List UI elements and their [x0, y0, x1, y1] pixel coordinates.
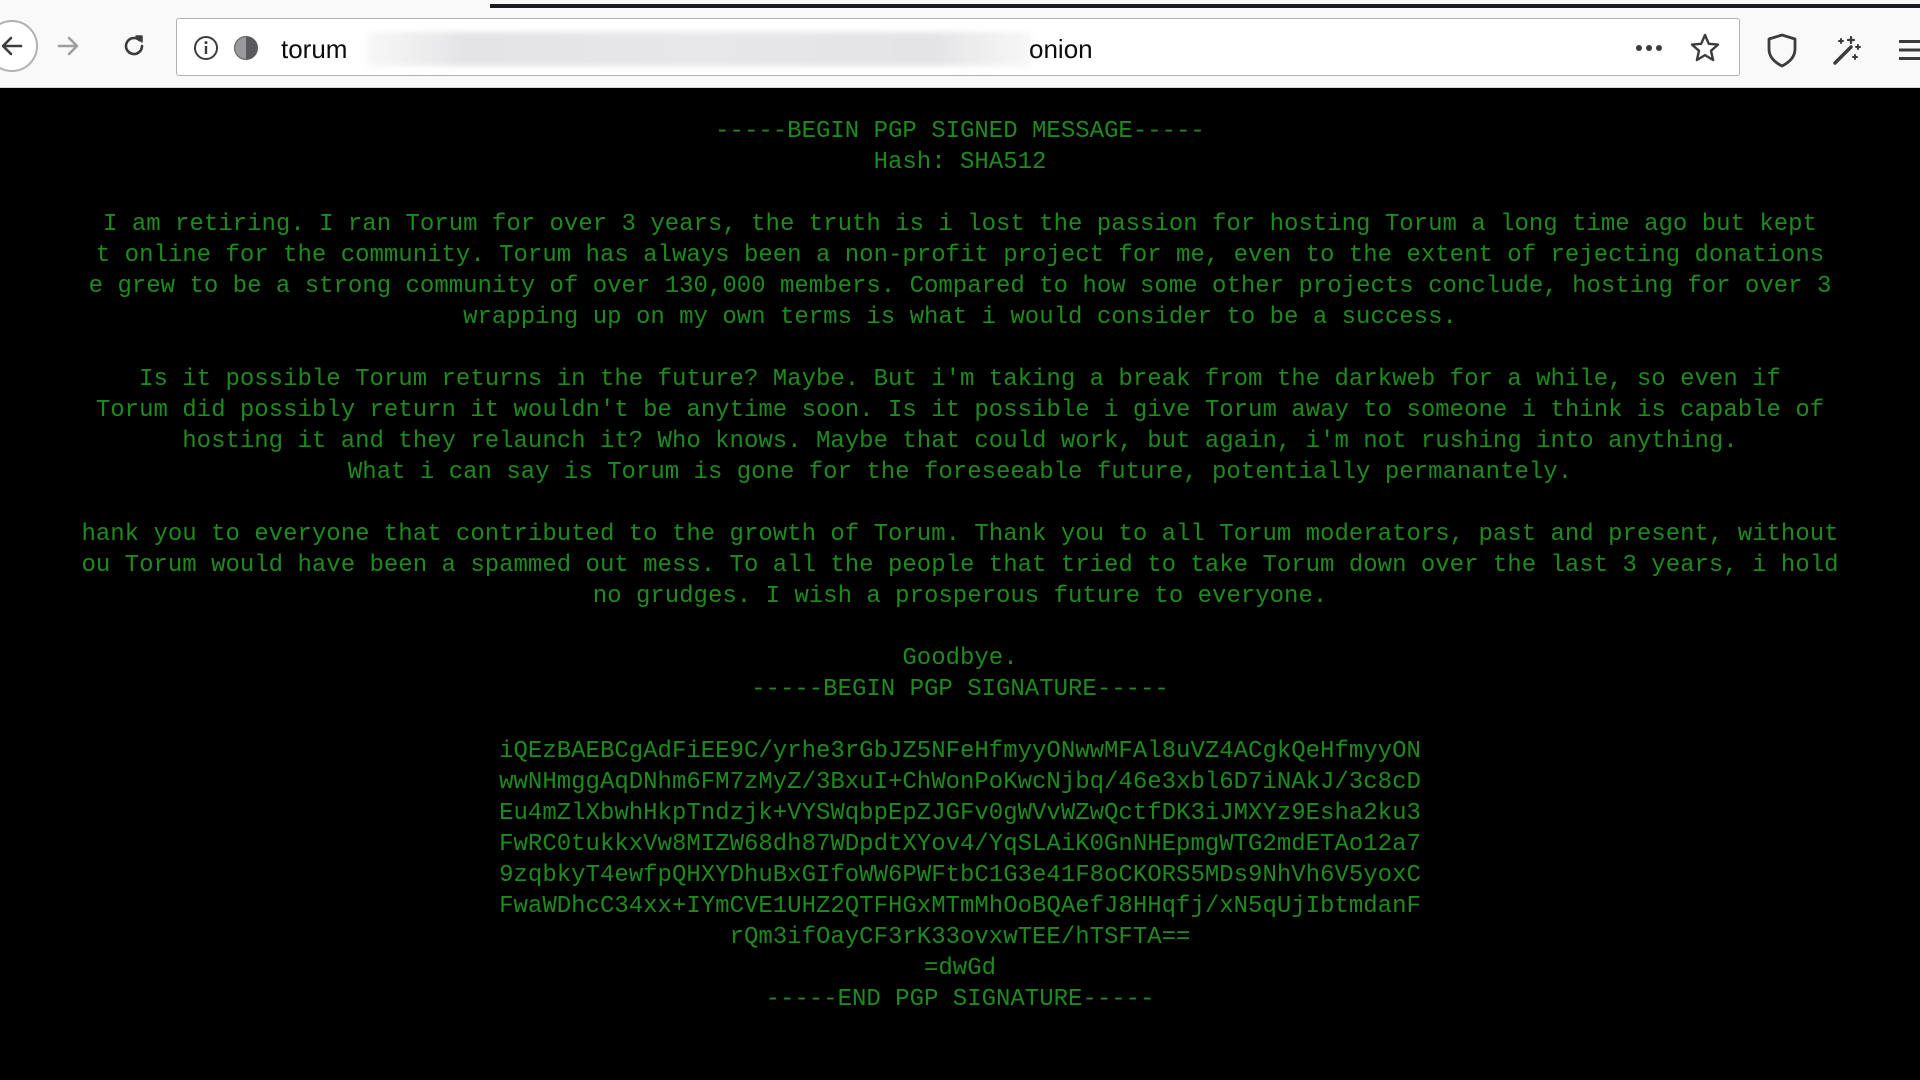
page-content: -----BEGIN PGP SIGNED MESSAGE----- Hash:…: [0, 88, 1920, 1080]
url-bar[interactable]: torum onion: [176, 18, 1740, 76]
paragraph3-line-2: ou Torum would have been a spammed out m…: [81, 552, 1839, 579]
paragraph1-line-2: t online for the community. Torum has al…: [95, 242, 1825, 269]
shield-button[interactable]: [1762, 30, 1802, 70]
signature-line-6: FwaWDhcC34xx+IYmCVE1UHZ2QTFHGxMTmMhOoBQA…: [499, 893, 1421, 920]
signature-line-1: iQEzBAEBCgAdFiEE9C/yrhe3rGbJZ5NFeHfmyyON…: [499, 738, 1421, 765]
page-actions-button[interactable]: [1633, 32, 1665, 64]
pgp-hash-line: Hash: SHA512: [873, 149, 1047, 176]
paragraph3-line-3: no grudges. I wish a prosperous future t…: [592, 583, 1328, 610]
bookmark-button[interactable]: [1689, 32, 1721, 64]
signature-line-7: rQm3ifOayCF3rK33ovxwTEE/hTSFTA==: [729, 924, 1191, 951]
shield-icon: [1767, 33, 1797, 68]
more-horizontal-icon: [1636, 45, 1662, 51]
paragraph1-line-3: e grew to be a strong community of over …: [88, 273, 1832, 300]
reload-icon: [124, 35, 144, 56]
forward-arrow-icon: [57, 36, 79, 56]
signature-line-3: Eu4mZlXbwhHkpTndzjk+VYSWqbpEpZJGFv0gWVvW…: [499, 800, 1421, 827]
redacted-url-blur: [367, 32, 1031, 66]
reload-button[interactable]: [110, 22, 158, 70]
hamburger-menu-icon: [1899, 40, 1920, 60]
back-arrow-icon: [1, 36, 23, 56]
paragraph2-line-4: What i can say is Torum is gone for the …: [347, 459, 1573, 486]
signature-line-4: FwRC0tukkxVw8MIZW68dh87WDpdtXYov4/YqSLAi…: [499, 831, 1421, 858]
signature-line-2: wwNHmggAqDNhm6FM7zMyZ/3BxuI+ChWonPoKwcNj…: [499, 769, 1421, 796]
star-icon: [1690, 33, 1720, 62]
paragraph1-line-1: I am retiring. I ran Torum for over 3 ye…: [103, 211, 1817, 238]
paragraph2-line-1: Is it possible Torum returns in the futu…: [139, 366, 1781, 393]
forward-button[interactable]: [44, 22, 92, 70]
tracking-protection-icon[interactable]: [233, 35, 259, 61]
signature-checksum: =dwGd: [923, 955, 996, 982]
browser-toolbar: torum onion: [0, 8, 1920, 88]
signature-line-5: 9zqbkyT4ewfpQHXYDhuBxGIfoWW6PWFtbC1G3e41…: [499, 862, 1421, 889]
pgp-begin-signed-message: -----BEGIN PGP SIGNED MESSAGE-----: [715, 118, 1205, 145]
info-icon[interactable]: [193, 35, 219, 61]
paragraph1-line-4: wrapping up on my own terms is what i wo…: [463, 304, 1457, 331]
back-button[interactable]: [0, 20, 38, 72]
url-prefix: torum: [281, 34, 348, 64]
paragraph3-line-1: hank you to everyone that contributed to…: [81, 521, 1839, 548]
extension-button[interactable]: [1826, 30, 1866, 70]
paragraph2-line-3: hosting it and they relaunch it? Who kno…: [182, 428, 1738, 455]
wand-icon: [1833, 35, 1861, 65]
pgp-begin-signature: -----BEGIN PGP SIGNATURE-----: [751, 676, 1169, 703]
pgp-end-signature: -----END PGP SIGNATURE-----: [765, 986, 1155, 1013]
menu-button[interactable]: [1892, 30, 1920, 70]
url-suffix: onion: [1029, 34, 1093, 64]
paragraph2-line-2: Torum did possibly return it wouldn't be…: [95, 397, 1825, 424]
goodbye-line: Goodbye.: [902, 645, 1018, 672]
